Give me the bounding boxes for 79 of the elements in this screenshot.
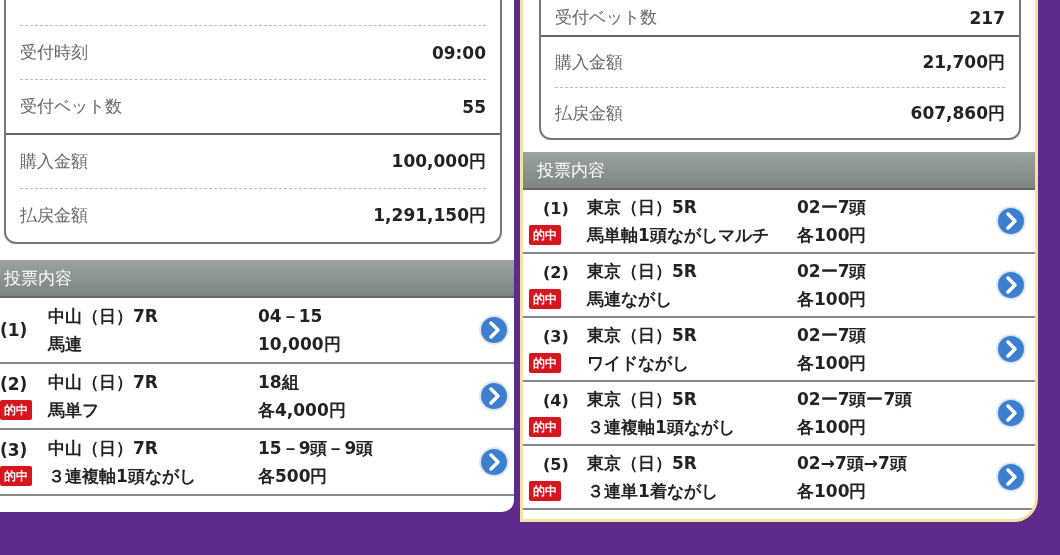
chevron-right-icon[interactable] bbox=[478, 314, 510, 346]
bet-type: ワイドながし bbox=[587, 352, 689, 375]
bet-row[interactable]: (3) 的中 東京（日）5R ワイドながし 02ー7頭 各100円 bbox=[523, 318, 1035, 382]
chevron-right-icon[interactable] bbox=[995, 333, 1027, 365]
field-label: 受付ベット数 bbox=[555, 6, 657, 29]
field-label: 払戻金額 bbox=[555, 101, 623, 125]
race-name: 東京（日）5R bbox=[587, 260, 697, 283]
field-label: 払戻金額 bbox=[20, 204, 88, 227]
bet-row[interactable]: (2) 的中 中山（日）7R 馬単フ 18組 各4,000円 bbox=[0, 364, 514, 430]
bet-row[interactable]: (5) 的中 東京（日）5R ３連単1着ながし 02→7頭→7頭 各100円 bbox=[523, 446, 1035, 510]
bet-combination: 02ー7頭ー7頭 bbox=[797, 388, 913, 411]
chevron-right-icon[interactable] bbox=[995, 397, 1027, 429]
section-header: 投票内容 bbox=[0, 260, 514, 298]
hit-badge: 的中 bbox=[529, 289, 561, 309]
race-name: 東京（日）5R bbox=[587, 196, 697, 219]
field-value: 217 bbox=[969, 7, 1005, 28]
hit-badge: 的中 bbox=[529, 417, 561, 437]
bet-amount: 各100円 bbox=[797, 352, 867, 375]
bet-number: (5) bbox=[542, 454, 569, 476]
bet-combination: 02ー7頭 bbox=[797, 324, 867, 347]
bet-row[interactable]: (4) 的中 東京（日）5R ３連複軸1頭ながし 02ー7頭ー7頭 各100円 bbox=[523, 382, 1035, 446]
bet-combination: 04－15 bbox=[258, 305, 323, 328]
bet-number: (2) bbox=[542, 262, 569, 284]
race-name: 中山（日）7R bbox=[48, 305, 158, 328]
bet-amount: 10,000円 bbox=[258, 333, 341, 356]
bet-combination: 18組 bbox=[258, 371, 299, 394]
bet-amount: 各100円 bbox=[797, 288, 867, 311]
bet-number: (1) bbox=[0, 319, 28, 342]
race-name: 東京（日）5R bbox=[587, 324, 697, 347]
race-name: 東京（日）5R bbox=[587, 452, 697, 475]
bet-number: (2) bbox=[0, 373, 28, 396]
field-label: 購入金額 bbox=[20, 150, 88, 173]
bet-type: 馬単フ bbox=[48, 399, 99, 422]
race-name: 東京（日）5R bbox=[587, 388, 697, 411]
bet-number: (3) bbox=[0, 439, 28, 462]
hit-badge: 的中 bbox=[0, 400, 32, 420]
bet-combination: 02→7頭→7頭 bbox=[797, 452, 907, 475]
bet-combination: 15－9頭－9頭 bbox=[258, 437, 374, 460]
bet-amount: 各100円 bbox=[797, 224, 867, 247]
bet-amount: 各500円 bbox=[258, 465, 328, 488]
field-value: 09:00 bbox=[431, 42, 486, 63]
bet-amount: 各100円 bbox=[797, 416, 867, 439]
bet-row[interactable]: (3) 的中 中山（日）7R ３連複軸1頭ながし 15－9頭－9頭 各500円 bbox=[0, 430, 514, 496]
bet-type: ３連単1着ながし bbox=[587, 480, 718, 503]
field-value: 55 bbox=[462, 96, 486, 117]
field-value: 607,860円 bbox=[910, 101, 1005, 125]
field-value: 21,700円 bbox=[922, 50, 1005, 74]
chevron-right-icon[interactable] bbox=[995, 205, 1027, 237]
bet-type: 馬連 bbox=[48, 333, 82, 356]
chevron-right-icon[interactable] bbox=[995, 269, 1027, 301]
chevron-right-icon[interactable] bbox=[478, 380, 510, 412]
bet-row[interactable]: (2) 的中 東京（日）5R 馬連ながし 02ー7頭 各100円 bbox=[523, 254, 1035, 318]
bet-number: (4) bbox=[542, 390, 569, 412]
bet-type: 馬連ながし bbox=[587, 288, 672, 311]
bet-combination: 02ー7頭 bbox=[797, 260, 867, 283]
hit-badge: 的中 bbox=[529, 353, 561, 373]
field-label: 購入金額 bbox=[555, 50, 623, 74]
bet-combination: 02ー7頭 bbox=[797, 196, 867, 219]
chevron-right-icon[interactable] bbox=[995, 461, 1027, 493]
chevron-right-icon[interactable] bbox=[478, 446, 510, 478]
hit-badge: 的中 bbox=[529, 481, 561, 501]
bet-number: (1) bbox=[542, 198, 569, 220]
hit-badge: 的中 bbox=[0, 466, 32, 486]
bet-type: ３連複軸1頭ながし bbox=[587, 416, 735, 439]
race-name: 中山（日）7R bbox=[48, 371, 158, 394]
bet-amount: 各4,000円 bbox=[258, 399, 346, 422]
bet-row[interactable]: (1) 的中 東京（日）5R 馬単軸1頭ながしマルチ 02ー7頭 各100円 bbox=[523, 190, 1035, 254]
field-label: 受付ベット数 bbox=[20, 95, 122, 118]
bet-amount: 各100円 bbox=[797, 480, 867, 503]
section-header: 投票内容 bbox=[523, 152, 1035, 190]
race-name: 中山（日）7R bbox=[48, 437, 158, 460]
hit-badge: 的中 bbox=[529, 225, 561, 245]
bet-number: (3) bbox=[542, 326, 569, 348]
bet-type: ３連複軸1頭ながし bbox=[48, 465, 196, 488]
field-label: 受付時刻 bbox=[20, 41, 88, 64]
field-value: 1,291,150円 bbox=[373, 204, 486, 227]
field-value: 100,000円 bbox=[391, 150, 486, 173]
bet-type: 馬単軸1頭ながしマルチ bbox=[587, 224, 769, 247]
bet-row[interactable]: (1) 中山（日）7R 馬連 04－15 10,000円 bbox=[0, 298, 514, 364]
